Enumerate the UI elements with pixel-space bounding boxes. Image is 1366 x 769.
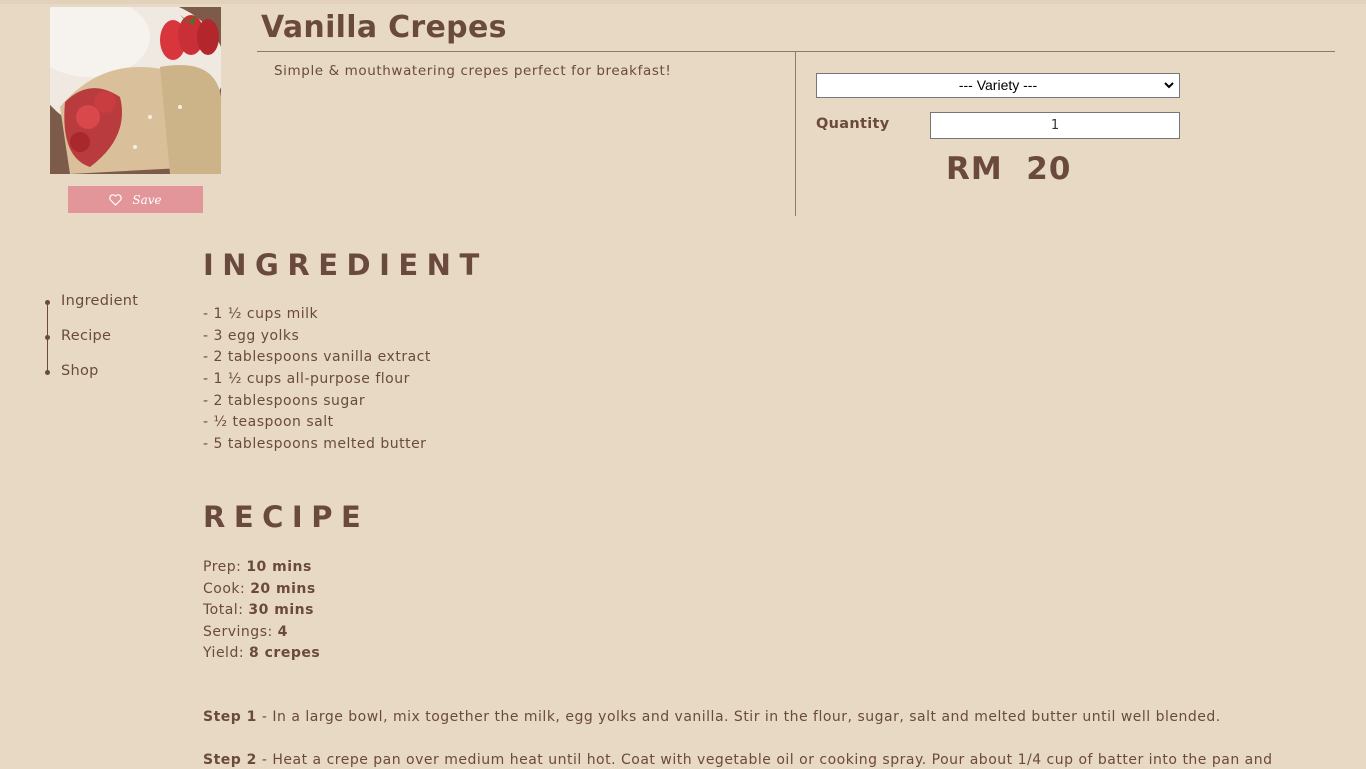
product-title: Vanilla Crepes <box>261 10 507 45</box>
ingredient-item: - 1 ½ cups all-purpose flour <box>203 371 410 388</box>
recipe-step-2: Step 2 - Heat a crepe pan over medium he… <box>203 752 1273 768</box>
ingredient-item: - 2 tablespoons vanilla extract <box>203 349 431 366</box>
ingredient-item: - 2 tablespoons sugar <box>203 392 366 409</box>
variety-selected-value: --- Variety --- <box>958 77 1038 93</box>
chevron-down-icon <box>1164 82 1174 89</box>
ingredient-item: - 1 ½ cups milk <box>203 306 319 322</box>
nav-dot <box>45 300 50 305</box>
save-button[interactable]: Save <box>68 186 203 213</box>
vertical-divider <box>795 52 796 216</box>
nav-dot <box>45 335 50 340</box>
nav-item-ingredient[interactable]: Ingredient <box>61 293 138 309</box>
nav-item-shop[interactable]: Shop <box>61 363 99 379</box>
ingredient-item: - 3 egg yolks <box>203 327 300 344</box>
price: RM 20 <box>946 151 1072 187</box>
ingredient-heading: INGREDIENT <box>203 248 488 282</box>
total-time: Total: 30 mins <box>203 602 314 619</box>
nav-item-recipe[interactable]: Recipe <box>61 328 111 344</box>
servings: Servings: 4 <box>203 623 288 640</box>
quantity-label: Quantity <box>816 116 890 132</box>
crepe-photo-icon <box>50 7 221 174</box>
save-button-label: Save <box>132 192 162 207</box>
cook-time: Cook: 20 mins <box>203 580 316 597</box>
product-description: Simple & mouthwatering crepes perfect fo… <box>274 63 672 79</box>
quantity-input[interactable] <box>930 112 1180 139</box>
prep-time: Prep: 10 mins <box>203 559 312 575</box>
recipe-meta: Prep: 10 mins Cook: 20 mins Total: 30 mi… <box>203 557 320 665</box>
variety-select[interactable]: --- Variety --- <box>816 73 1180 98</box>
product-image <box>50 7 221 174</box>
recipe-step-1: Step 1 - In a large bowl, mix together t… <box>203 709 1221 725</box>
yield: Yield: 8 crepes <box>203 645 321 662</box>
nav-dot <box>45 370 50 375</box>
title-divider <box>257 51 1335 52</box>
ingredient-item: - 5 tablespoons melted butter <box>203 436 427 453</box>
ingredient-list: - 1 ½ cups milk - 3 egg yolks - 2 tables… <box>203 304 431 456</box>
ingredient-item: - ½ teaspoon salt <box>203 414 334 431</box>
heart-icon <box>109 193 123 206</box>
recipe-heading: RECIPE <box>203 500 370 534</box>
top-border <box>0 0 1366 4</box>
